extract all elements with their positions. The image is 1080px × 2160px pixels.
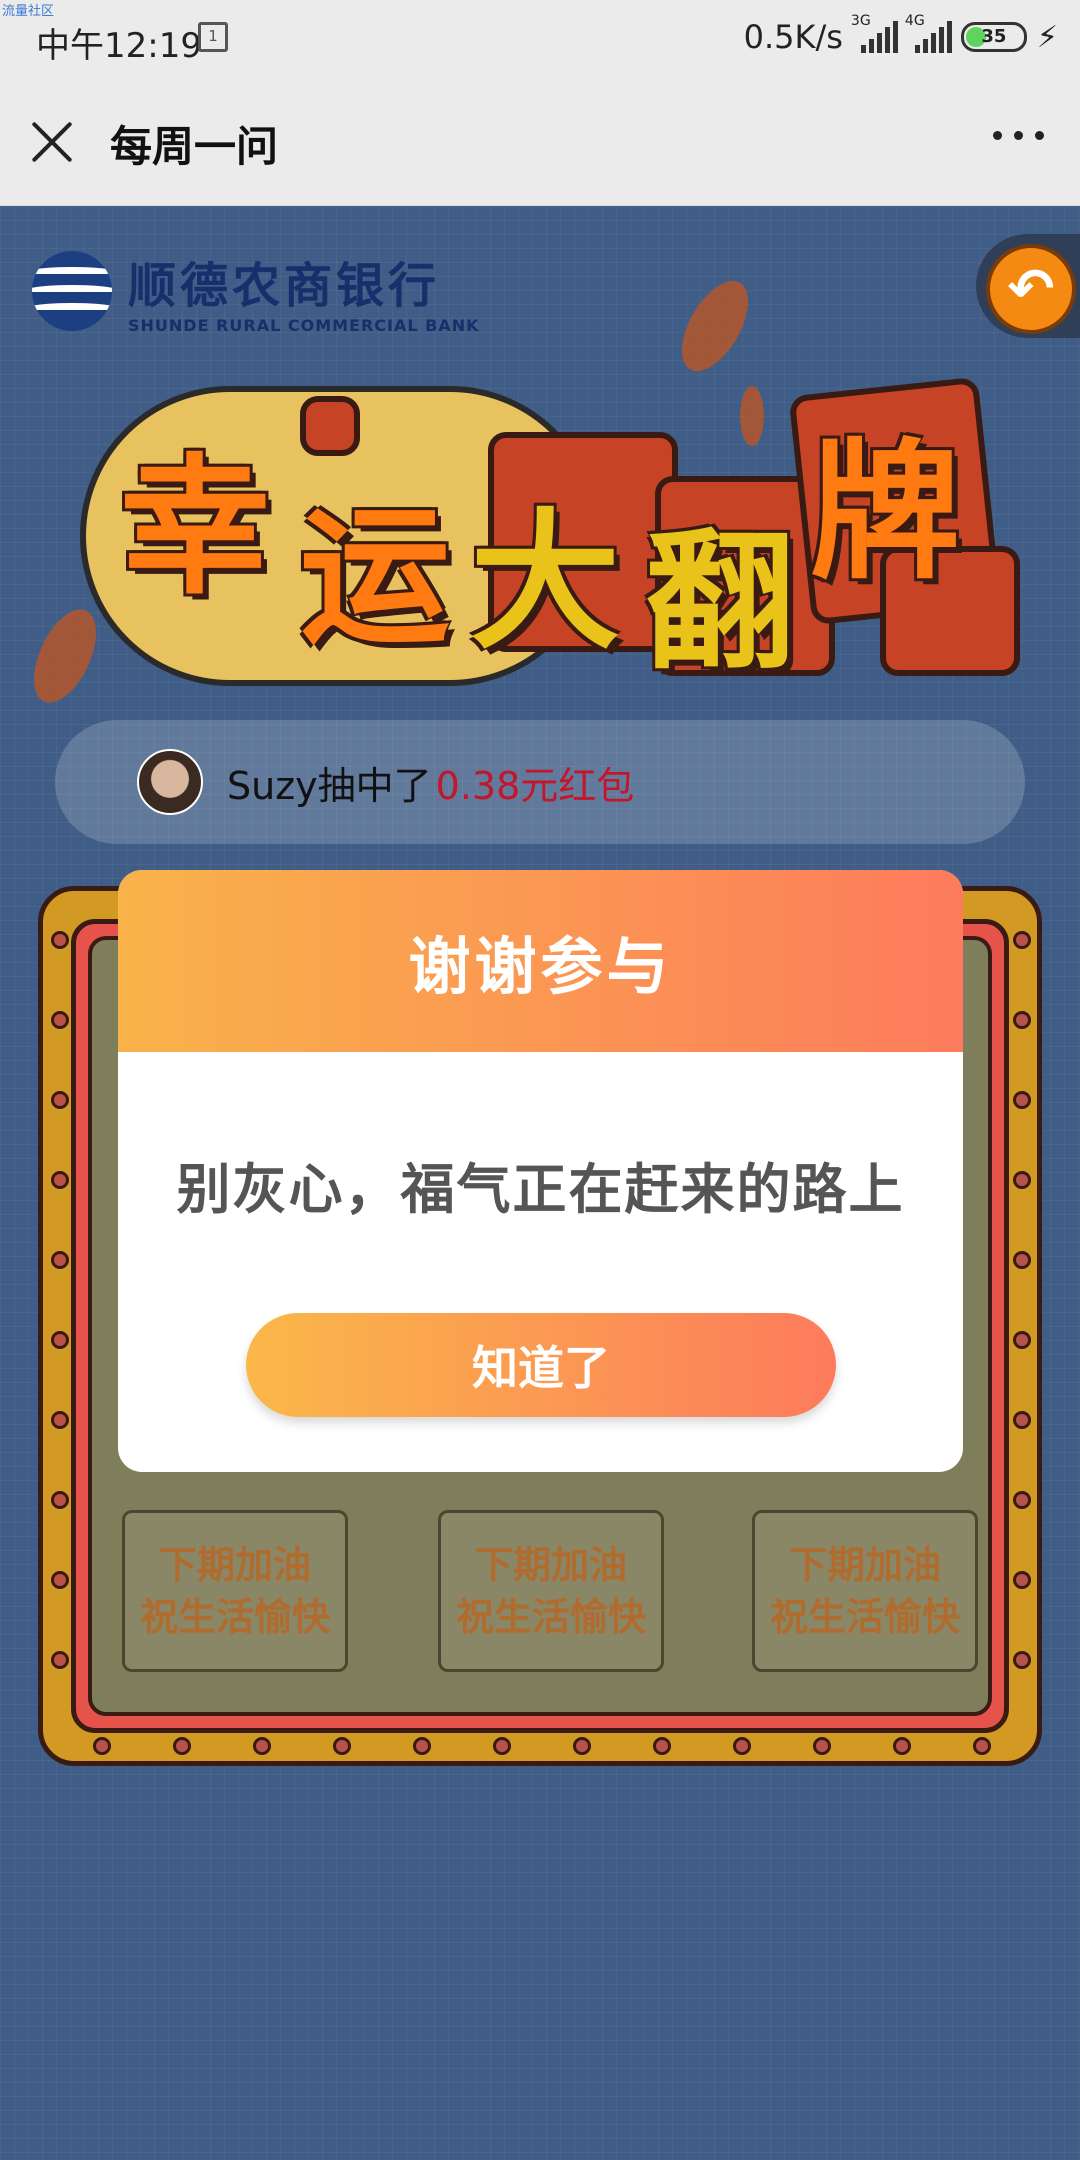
battery-icon: 35	[960, 22, 1027, 52]
board-stud	[1013, 1091, 1031, 1109]
page-title: 每周一问	[110, 122, 279, 171]
board-stud	[973, 1737, 991, 1755]
board-stud	[51, 1171, 69, 1189]
avatar	[137, 749, 203, 815]
board-stud	[51, 1091, 69, 1109]
board-stud	[51, 1331, 69, 1349]
close-icon[interactable]	[30, 119, 76, 165]
card-line2: 祝生活愉快	[139, 1595, 330, 1639]
flip-card[interactable]: 下期加油 祝生活愉快	[122, 1510, 348, 1672]
result-dialog: 谢谢参与 别灰心，福气正在赶来的路上 知道了	[118, 870, 963, 1472]
ticker-prize: 0.38元红包	[435, 763, 635, 808]
board-stud	[1013, 1571, 1031, 1589]
card-line2: 祝生活愉快	[769, 1595, 960, 1639]
dialog-title: 谢谢参与	[408, 930, 673, 1003]
status-bar: 流量社区 中午12:19 1 0.5K/s 3G 4G 35 ⚡	[0, 0, 1080, 75]
board-stud	[1013, 1411, 1031, 1429]
board-stud	[51, 1011, 69, 1029]
board-stud	[253, 1737, 271, 1755]
board-stud	[1013, 1331, 1031, 1349]
card-line1: 下期加油	[788, 1543, 941, 1587]
board-stud	[93, 1737, 111, 1755]
flip-card[interactable]: 下期加油 祝生活愉快	[752, 1510, 978, 1672]
board-stud	[1013, 1011, 1031, 1029]
board-stud	[653, 1737, 671, 1755]
signal-3g-icon: 3G	[851, 13, 898, 53]
title-char: 翻	[645, 516, 796, 690]
leaf-decoration	[740, 386, 764, 446]
board-stud	[51, 1251, 69, 1269]
winner-ticker: Suzy抽中了 0.38元红包	[55, 720, 1025, 844]
back-button[interactable]: ↶	[976, 234, 1080, 338]
leaf-decoration	[668, 270, 762, 382]
title-char: 幸	[120, 441, 271, 615]
got-it-button[interactable]: 知道了	[246, 1313, 836, 1417]
board-stud	[813, 1737, 831, 1755]
status-time: 中午12:19	[36, 26, 202, 66]
board-stud	[413, 1737, 431, 1755]
dialog-message: 别灰心，福气正在赶来的路上	[176, 1158, 905, 1221]
bank-name-cn: 顺德农商银行	[128, 258, 441, 314]
board-stud	[1013, 1491, 1031, 1509]
flip-card[interactable]: 下期加油 祝生活愉快	[438, 1510, 664, 1672]
network-speed: 0.5K/s	[743, 18, 843, 56]
board-stud	[733, 1737, 751, 1755]
status-indicators: 0.5K/s 3G 4G 35 ⚡	[743, 13, 1058, 56]
board-stud	[51, 1651, 69, 1669]
board-stud	[51, 1411, 69, 1429]
back-arrow-icon: ↶	[986, 244, 1076, 334]
board-stud	[1013, 1651, 1031, 1669]
board-stud	[1013, 1251, 1031, 1269]
card-line1: 下期加油	[474, 1543, 627, 1587]
ticker-text: Suzy抽中了	[227, 763, 432, 808]
card-line2: 祝生活愉快	[455, 1595, 646, 1639]
more-options-icon[interactable]	[993, 131, 1044, 140]
title-char: 运	[300, 491, 451, 665]
card-line1: 下期加油	[158, 1543, 311, 1587]
board-stud	[1013, 1171, 1031, 1189]
watermark: 流量社区	[2, 4, 55, 19]
leaf-decoration	[21, 600, 109, 712]
charging-icon: ⚡	[1036, 19, 1058, 55]
board-stud	[573, 1737, 591, 1755]
board-stud	[51, 1491, 69, 1509]
board-stud	[493, 1737, 511, 1755]
board-stud	[51, 1571, 69, 1589]
board-stud	[1013, 931, 1031, 949]
app-titlebar: 每周一问	[0, 75, 1080, 206]
board-stud	[333, 1737, 351, 1755]
board-stud	[51, 931, 69, 949]
signal-4g-icon: 4G	[905, 13, 952, 53]
board-stud	[173, 1737, 191, 1755]
bank-logo: 顺德农商银行 SHUNDE RURAL COMMERCIAL BANK	[32, 246, 480, 335]
bank-logo-icon	[32, 250, 112, 331]
title-char: 大	[470, 496, 621, 670]
dialog-header: 谢谢参与	[118, 870, 963, 1052]
title-tile	[300, 396, 360, 456]
calendar-icon: 1	[198, 22, 228, 52]
title-char: 牌	[810, 426, 961, 600]
board-stud	[893, 1737, 911, 1755]
bank-name-en: SHUNDE RURAL COMMERCIAL BANK	[128, 316, 480, 335]
